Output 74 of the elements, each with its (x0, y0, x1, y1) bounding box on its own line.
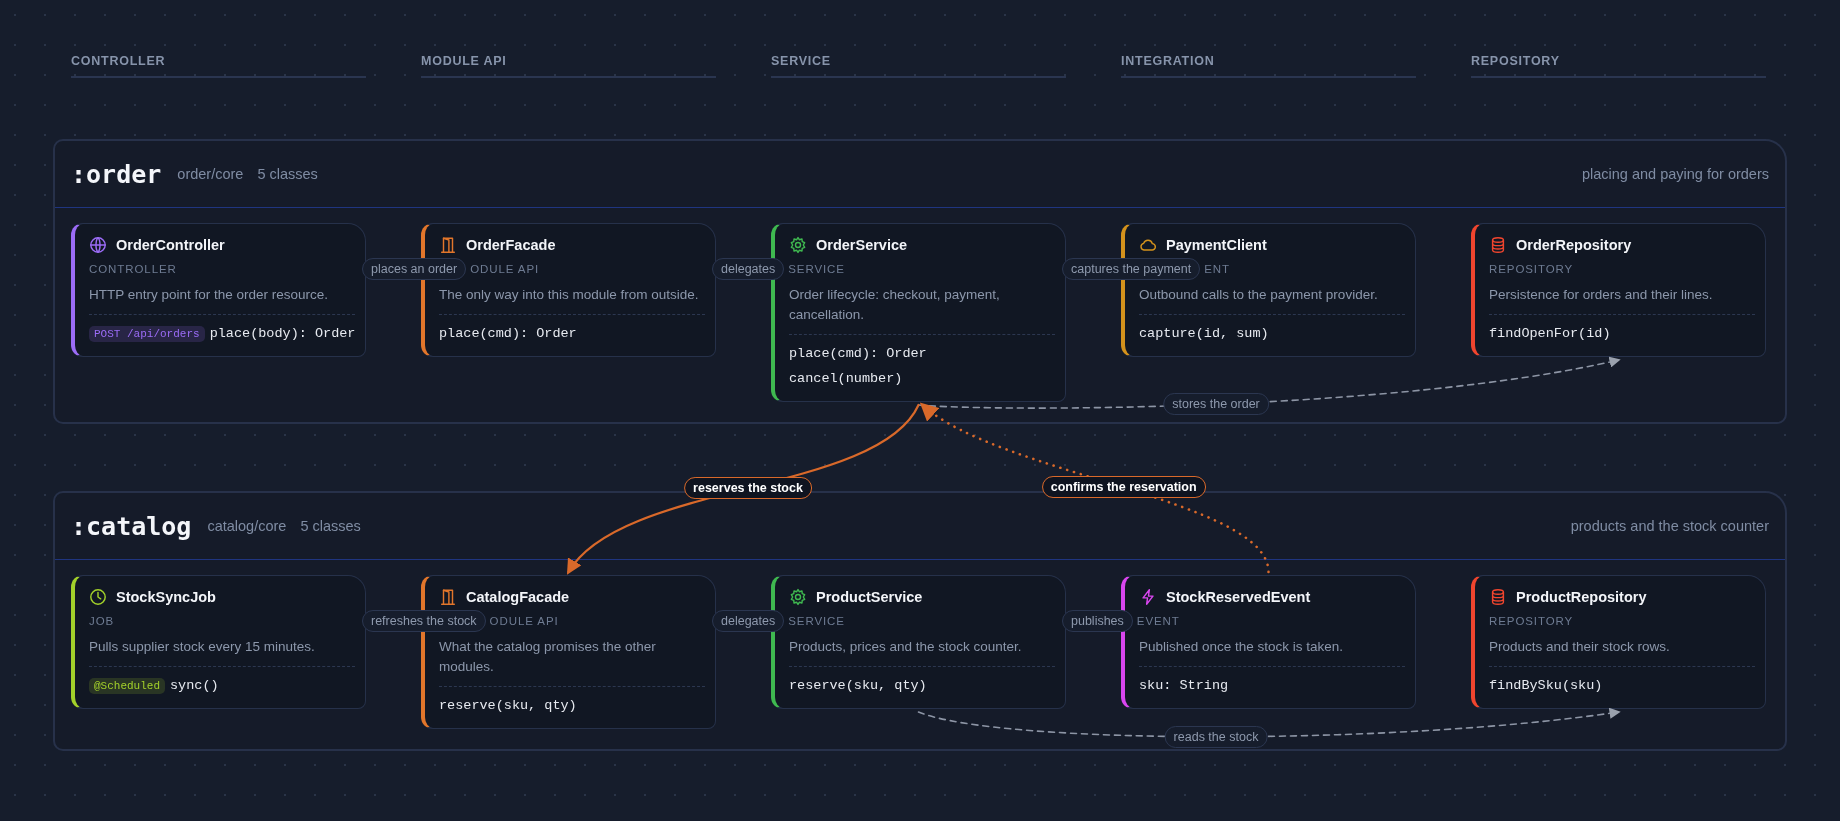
column-heading: INTEGRATION (1121, 52, 1416, 78)
class-role: JOB (89, 615, 115, 627)
class-description: Products, prices and the stock counter. (789, 637, 1055, 667)
door-icon (439, 236, 457, 254)
class-name: OrderFacade (466, 237, 556, 253)
class-description: Order lifecycle: checkout, payment, cancellation. (789, 285, 1055, 335)
gear-icon (789, 588, 807, 606)
class-name: OrderController (116, 237, 225, 253)
module-name: :catalog (71, 511, 192, 541)
annotation-tag: POST /api/orders (89, 325, 205, 342)
class-description: Persistence for orders and their lines. (1489, 285, 1755, 315)
method-signature: place(body): Order (209, 326, 356, 341)
module-name: :order (71, 159, 162, 189)
column-heading: CONTROLLER (71, 52, 366, 78)
method-signature: capture(id, sum) (1139, 326, 1269, 341)
module-summary: products and the stock counter (1570, 518, 1769, 534)
link-label: reserves the stock (684, 477, 812, 500)
method-signature: cancel(number) (789, 371, 903, 386)
method-signature: place(cmd): Order (789, 346, 927, 361)
class-name: OrderRepository (1516, 237, 1632, 253)
door-icon (439, 588, 457, 606)
class-role: ODULE API (470, 263, 540, 275)
link-label: delegates (712, 610, 785, 632)
class-description: Products and their stock rows. (1489, 637, 1755, 667)
class-role: REPOSITORY (1489, 615, 1574, 627)
class-role: CONTROLLER (89, 263, 177, 275)
globe-icon (89, 236, 107, 254)
link-label: stores the order (1163, 393, 1269, 416)
column-heading: MODULE API (421, 52, 716, 78)
method-signature: reserve(sku, qty) (439, 698, 577, 713)
module-summary: placing and paying for orders (1582, 166, 1769, 182)
method-signature: findBySku(sku) (1489, 678, 1603, 693)
link-label: publishes (1062, 610, 1133, 632)
database-icon (1489, 588, 1507, 606)
class-name: ProductService (816, 589, 923, 605)
class-role: EVENT (1136, 615, 1180, 627)
class-name: PaymentClient (1166, 237, 1267, 253)
link-label: confirms the reservation (1041, 476, 1206, 499)
class-description: HTTP entry point for the order resource. (89, 285, 355, 315)
method-signature: place(cmd): Order (439, 326, 577, 341)
method-signature: sku: String (1139, 678, 1229, 693)
class-description: Published once the stock is taken. (1139, 637, 1405, 667)
method-signature: sync() (170, 678, 219, 693)
link-label: captures the payment (1062, 258, 1201, 280)
class-name: StockSyncJob (116, 589, 216, 605)
module-path: catalog/core (207, 518, 287, 534)
link-label: delegates (712, 258, 785, 280)
class-count: 5 classes (257, 166, 318, 182)
class-count: 5 classes (300, 518, 361, 534)
class-role: ODULE API (489, 615, 559, 627)
module-path: order/core (177, 166, 244, 182)
method-signature: findOpenFor(id) (1489, 326, 1611, 341)
class-description: What the catalog promises the other modules. (439, 637, 705, 687)
database-icon (1489, 236, 1507, 254)
class-description: Pulls supplier stock every 15 minutes. (89, 637, 355, 667)
class-role: REPOSITORY (1489, 263, 1574, 275)
class-name: CatalogFacade (466, 589, 570, 605)
class-description: The only way into this module from outside. (439, 285, 705, 315)
class-role: SERVICE (788, 615, 845, 627)
link-label: refreshes the stock (362, 610, 486, 632)
link-label: places an order (362, 258, 467, 280)
method-signature: reserve(sku, qty) (789, 678, 927, 693)
class-role: SERVICE (788, 263, 845, 275)
clock-icon (89, 588, 107, 606)
class-description: Outbound calls to the payment provider. (1139, 285, 1405, 315)
column-heading: REPOSITORY (1471, 52, 1766, 78)
column-heading: SERVICE (771, 52, 1066, 78)
class-name: ProductRepository (1516, 589, 1647, 605)
class-name: StockReservedEvent (1166, 589, 1311, 605)
gear-icon (789, 236, 807, 254)
class-name: OrderService (816, 237, 908, 253)
class-role: ENT (1204, 263, 1230, 275)
annotation-tag: @Scheduled (89, 677, 165, 694)
lightning-icon (1139, 588, 1157, 606)
